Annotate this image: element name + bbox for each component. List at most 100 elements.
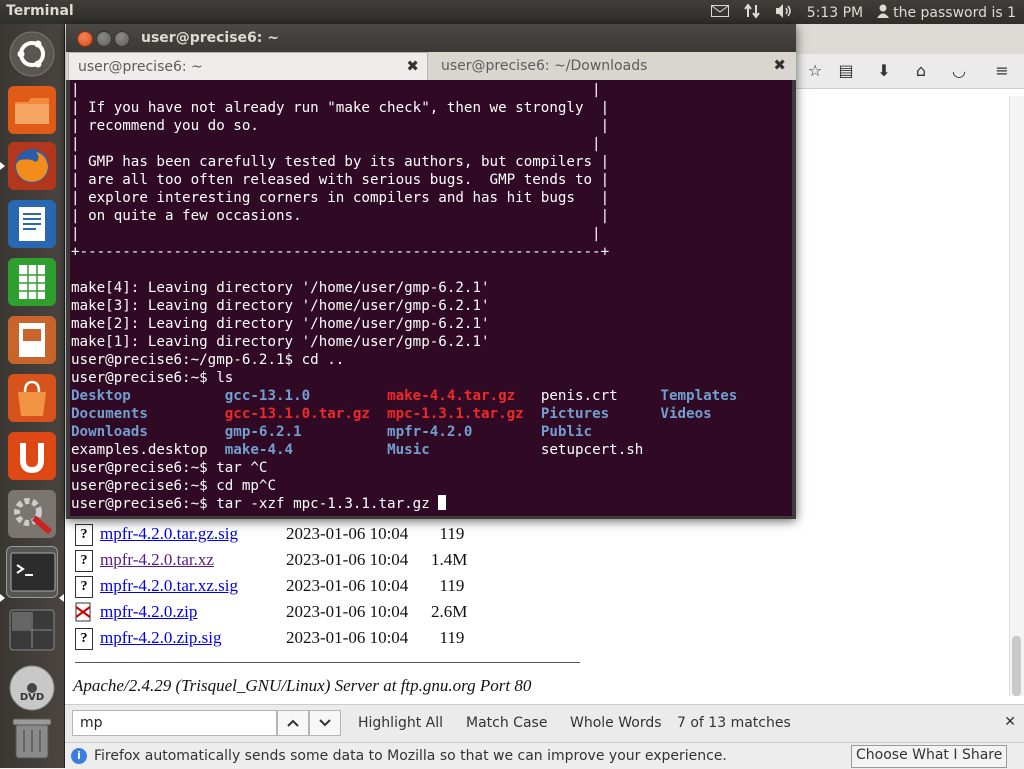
user-icon	[877, 4, 890, 22]
download-icon[interactable]: ⬇	[874, 62, 894, 80]
tab-close-icon[interactable]: ✖	[406, 57, 419, 75]
software-center-icon[interactable]	[6, 372, 58, 424]
clock[interactable]: 5:13 PM	[807, 5, 863, 21]
workspace-switcher-icon[interactable]	[6, 604, 58, 656]
terminal-line: make[4]: Leaving directory '/home/user/g…	[71, 280, 490, 296]
libreoffice-impress-icon[interactable]	[6, 314, 58, 366]
dvd-icon[interactable]: DVD	[6, 662, 58, 714]
file-date: 2023-01-06 10:04	[286, 628, 409, 647]
file-link[interactable]: mpfr-4.2.0.tar.xz.sig	[100, 576, 238, 596]
files-icon[interactable]	[6, 84, 58, 136]
page-scrollbar[interactable]	[1009, 96, 1024, 696]
network-icon[interactable]	[743, 3, 761, 23]
notification-message: Firefox automatically sends some data to…	[94, 748, 727, 764]
find-status: 7 of 13 matches	[677, 715, 791, 731]
terminal-line: +---------------------------------------…	[71, 244, 610, 260]
archive-file-icon	[75, 602, 91, 622]
find-next-button[interactable]	[309, 710, 341, 736]
find-previous-button[interactable]	[277, 710, 309, 736]
terminal-line: | |	[71, 82, 601, 98]
ls-entry: Downloads	[71, 424, 148, 440]
minimize-window-icon[interactable]	[96, 31, 112, 47]
ls-entry: make-4.4.tar.gz	[387, 388, 516, 404]
menu-icon[interactable]: ≡	[992, 62, 1012, 80]
terminal-line: | |	[71, 226, 601, 242]
trash-icon[interactable]	[6, 710, 58, 762]
file-link[interactable]: mpfr-4.2.0.tar.xz	[100, 550, 214, 570]
divider	[75, 662, 580, 663]
notification-bar: i Firefox automatically sends some data …	[65, 742, 1024, 769]
terminal-line: | GMP has been carefully tested by its a…	[71, 154, 610, 170]
terminal-tab-downloads[interactable]: user@precise6: ~/Downloads ✖	[432, 52, 794, 80]
file-link[interactable]: mpfr-4.2.0.zip	[100, 602, 197, 622]
ls-entry: make-4.4	[224, 442, 294, 458]
choose-what-i-share-button[interactable]: Choose What I Share	[851, 745, 1008, 768]
user-menu[interactable]: the password is 1	[877, 4, 1016, 22]
tab-label: user@precise6: ~/Downloads	[441, 58, 648, 74]
terminal-icon[interactable]	[6, 546, 58, 598]
svg-text:DVD: DVD	[20, 692, 44, 703]
terminal-output[interactable]: | | | If you have not already run "make …	[70, 80, 792, 516]
file-size: 1.4M	[431, 550, 468, 569]
pocket-icon[interactable]: ◡	[949, 62, 969, 80]
maximize-window-icon[interactable]	[114, 31, 130, 47]
terminal-line: make[3]: Leaving directory '/home/user/g…	[71, 298, 490, 314]
terminal-line: make[2]: Leaving directory '/home/user/g…	[71, 316, 490, 332]
dash-home-icon[interactable]	[6, 28, 58, 80]
libreoffice-calc-icon[interactable]	[6, 256, 58, 308]
star-icon[interactable]: ☆	[805, 62, 825, 80]
server-address: Apache/2.4.29 (Trisquel_GNU/Linux) Serve…	[73, 676, 532, 695]
find-close-button[interactable]: ✕	[1004, 714, 1016, 730]
volume-icon[interactable]	[775, 3, 793, 23]
mail-icon[interactable]	[710, 5, 729, 21]
find-input[interactable]	[72, 710, 277, 736]
file-link[interactable]: mpfr-4.2.0.zip.sig	[100, 628, 221, 648]
whole-words-toggle[interactable]: Whole Words	[570, 715, 662, 731]
home-icon[interactable]: ⌂	[911, 62, 931, 80]
system-settings-icon[interactable]	[6, 488, 58, 540]
terminal-line: | on quite a few occasions. |	[71, 208, 610, 224]
match-case-toggle[interactable]: Match Case	[466, 715, 547, 731]
file-link[interactable]: mpfr-4.2.0.tar.gz.sig	[100, 524, 238, 544]
indicator-area: 5:13 PM the password is 1	[710, 3, 1016, 23]
window-title: user@precise6: ~	[141, 30, 279, 46]
chevron-down-icon	[319, 719, 331, 727]
ls-entry: gcc-13.1.0.tar.gz	[224, 406, 370, 422]
file-size: 119	[431, 524, 465, 543]
unknown-file-icon: ?	[75, 576, 93, 598]
terminal-tab-home[interactable]: user@precise6: ~ ✖	[68, 52, 428, 80]
chevron-up-icon	[287, 719, 299, 727]
terminal-line: user@precise6:~$ cd mp^C	[71, 478, 276, 494]
file-date: 2023-01-06 10:04	[286, 602, 409, 621]
tab-close-icon[interactable]: ✖	[773, 56, 786, 74]
unknown-file-icon: ?	[75, 550, 93, 572]
reading-list-icon[interactable]: ▤	[836, 62, 856, 80]
libreoffice-writer-icon[interactable]	[6, 198, 58, 250]
firefox-icon[interactable]	[6, 140, 58, 192]
user-label: the password is 1	[893, 5, 1016, 21]
scrollbar-thumb[interactable]	[1012, 636, 1021, 696]
close-window-icon[interactable]	[77, 31, 93, 47]
terminal-line: | If you have not already run "make chec…	[71, 100, 610, 116]
ls-entry: examples.desktop	[71, 442, 208, 458]
ls-entry: penis.crt	[540, 388, 618, 404]
terminal-line: | recommend you do so. |	[71, 118, 610, 134]
ls-entry: setupcert.sh	[540, 442, 644, 458]
ls-entry: Pictures	[540, 406, 610, 422]
terminal-line: make[1]: Leaving directory '/home/user/g…	[71, 334, 490, 350]
ubuntu-one-icon[interactable]	[6, 430, 58, 482]
file-size: 119	[431, 576, 465, 595]
ls-entry: mpfr-4.2.0	[387, 424, 473, 440]
firefox-toolbar: ☆ ▤ ⬇ ⌂ ◡ ≡	[795, 54, 1024, 89]
terminal-titlebar[interactable]: user@precise6: ~	[66, 24, 796, 52]
file-size: 2.6M	[431, 602, 468, 621]
unknown-file-icon: ?	[75, 628, 93, 650]
terminal-line: user@precise6:~/gmp-6.2.1$ cd ..	[71, 352, 345, 368]
terminal-line: user@precise6:~$ ls	[71, 370, 234, 386]
terminal-line: user@precise6:~$ tar ^C	[71, 460, 268, 476]
ls-entry: Documents	[71, 406, 148, 422]
top-panel: Terminal 5:13 PM the password is 1	[0, 0, 1024, 24]
terminal-window: user@precise6: ~ user@precise6: ~ ✖ user…	[66, 24, 796, 519]
ls-entry: gcc-13.1.0	[224, 388, 311, 404]
highlight-all-toggle[interactable]: Highlight All	[358, 715, 443, 731]
